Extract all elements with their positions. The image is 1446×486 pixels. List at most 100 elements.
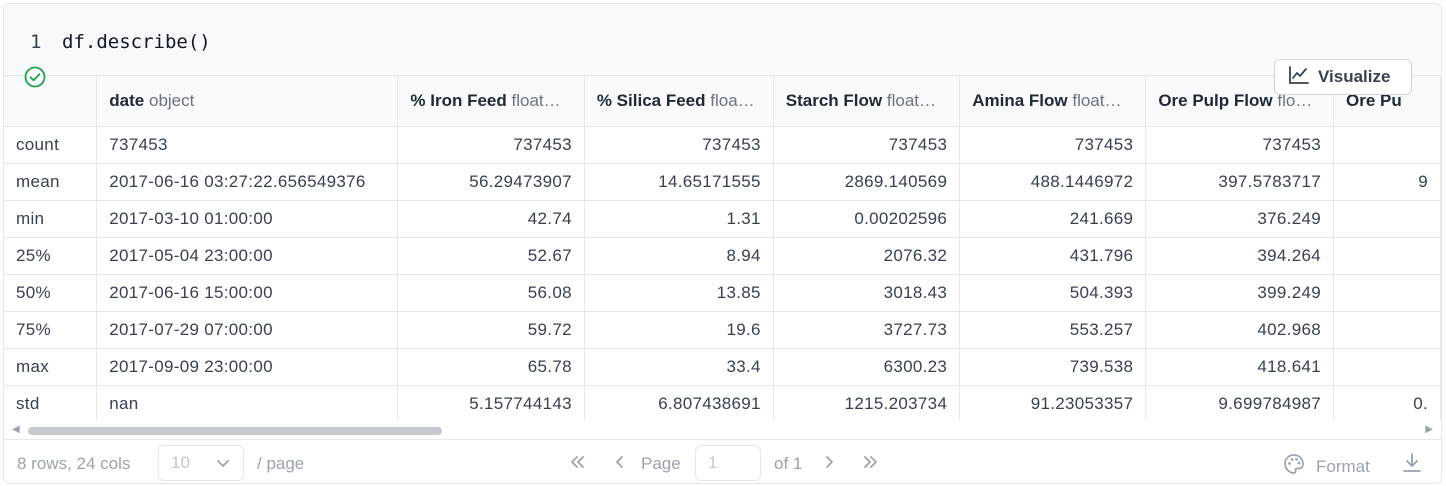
line-number: 1 [30, 31, 42, 53]
table-cell: 418.641 [1145, 348, 1334, 386]
table-cell: 2017-05-04 23:00:00 [96, 237, 399, 275]
visualize-button[interactable]: Visualize [1274, 59, 1412, 95]
row-index-label: 50% [4, 274, 98, 312]
table-cell: 33.4 [584, 348, 774, 386]
page-size-value: 10 [171, 453, 190, 472]
table-cell [1333, 348, 1441, 386]
table-cell: 1215.203734 [773, 385, 961, 420]
horizontal-scrollbar[interactable]: ◀ ▶ [4, 420, 1441, 440]
table-cell: 42.74 [397, 200, 585, 238]
table-cell: 5.157744143 [397, 385, 585, 420]
first-page-icon[interactable] [567, 452, 587, 477]
row-index-label: 75% [4, 311, 98, 349]
table-cell: 397.5783717 [1145, 163, 1334, 201]
table-cell: 52.67 [397, 237, 585, 275]
table-cell: 241.669 [959, 200, 1147, 238]
table-cell: 14.65171555 [584, 163, 774, 201]
code-editor[interactable]: 1 df.describe() [4, 4, 1441, 76]
table-cell: 56.29473907 [397, 163, 585, 201]
row-index-label: mean [4, 163, 98, 201]
table-cell: 91.23053357 [959, 385, 1147, 420]
table-cell: 504.393 [959, 274, 1147, 312]
table-cell: 431.796 [959, 237, 1147, 275]
row-index-label: max [4, 348, 98, 386]
table-cell [1333, 237, 1441, 275]
table-cell: 1.31 [584, 200, 774, 238]
header-row: date object % Iron Feed float… % Silica … [4, 76, 1441, 127]
palette-icon [1282, 452, 1306, 481]
format-button[interactable]: Format [1282, 452, 1370, 481]
table-row: min 2017-03-10 01:00:00 42.74 1.31 0.0020259… [4, 200, 1441, 238]
column-header-iron-feed[interactable]: % Iron Feed float… [397, 76, 585, 127]
table-cell: 737453 [96, 126, 399, 164]
per-page-label: / page [257, 454, 305, 473]
table-row: 50% 2017-06-16 15:00:00 56.08 13.85 3018.43 5… [4, 274, 1441, 312]
scroll-right-icon[interactable]: ▶ [1425, 424, 1433, 435]
success-check-icon [24, 66, 46, 88]
chevron-down-icon [215, 455, 231, 476]
table-cell: 2017-06-16 15:00:00 [96, 274, 399, 312]
table-cell: 9.699784987 [1145, 385, 1334, 420]
table-cell: 399.249 [1145, 274, 1334, 312]
scrollbar-thumb[interactable] [28, 427, 442, 435]
table-cell: 737453 [584, 126, 774, 164]
table-cell: 737453 [1145, 126, 1334, 164]
table-cell: 59.72 [397, 311, 585, 349]
notebook-cell: 1 df.describe() Visualize date object % … [3, 3, 1442, 484]
index-header [4, 76, 98, 127]
table-cell: 488.1446972 [959, 163, 1147, 201]
table-cell: 65.78 [397, 348, 585, 386]
table-cell: 2017-03-10 01:00:00 [96, 200, 399, 238]
describe-table: date object % Iron Feed float… % Silica … [4, 76, 1441, 420]
table-cell: 6300.23 [773, 348, 961, 386]
column-header-silica-feed[interactable]: % Silica Feed floa… [584, 76, 774, 127]
table-cell: 2869.140569 [773, 163, 961, 201]
page-count-label: of 1 [774, 454, 803, 473]
table-row: std nan 5.157744143 6.807438691 1215.203734 9… [4, 385, 1441, 420]
table-row: 25% 2017-05-04 23:00:00 52.67 8.94 2076.32 43… [4, 237, 1441, 275]
row-index-label: std [4, 385, 98, 420]
code-source[interactable]: df.describe() [62, 31, 211, 53]
table-cell: 394.264 [1145, 237, 1334, 275]
table-row: max 2017-09-09 23:00:00 65.78 33.4 6300.23 73… [4, 348, 1441, 386]
row-index-label: min [4, 200, 98, 238]
column-header-date[interactable]: date object [96, 76, 399, 127]
column-header-starch-flow[interactable]: Starch Flow float… [773, 76, 961, 127]
visualize-label: Visualize [1318, 67, 1391, 86]
scroll-left-icon[interactable]: ◀ [12, 424, 20, 435]
table-cell: 402.968 [1145, 311, 1334, 349]
table-cell: 56.08 [397, 274, 585, 312]
table-cell: nan [96, 385, 399, 420]
table-cell: 2076.32 [773, 237, 961, 275]
table-cell: 3018.43 [773, 274, 961, 312]
column-header-amina-flow[interactable]: Amina Flow float… [959, 76, 1147, 127]
format-label: Format [1316, 456, 1370, 476]
table-cell: 19.6 [584, 311, 774, 349]
line-chart-icon [1288, 65, 1310, 90]
page-size-select[interactable]: 10 [158, 445, 244, 481]
table-footer: 8 rows, 24 cols 10 / page Page 1 of 1 Fo… [4, 440, 1441, 483]
download-icon[interactable] [1400, 451, 1424, 480]
table-cell: 3727.73 [773, 311, 961, 349]
table-cell: 376.249 [1145, 200, 1334, 238]
page-label: Page [641, 454, 681, 473]
table-cell: 9 [1333, 163, 1441, 201]
table-cell: 2017-07-29 07:00:00 [96, 311, 399, 349]
last-page-icon[interactable] [861, 452, 881, 477]
previous-page-icon[interactable] [610, 452, 630, 477]
table-cell: 737453 [397, 126, 585, 164]
table-cell: 13.85 [584, 274, 774, 312]
table-cell [1333, 126, 1441, 164]
dataframe-output: date object % Iron Feed float… % Silica … [4, 75, 1441, 420]
page-number-input[interactable]: 1 [695, 445, 761, 481]
table-cell: 553.257 [959, 311, 1147, 349]
row-index-label: count [4, 126, 98, 164]
table-cell: 0.00202596 [773, 200, 961, 238]
table-cell: 6.807438691 [584, 385, 774, 420]
table-cell [1333, 274, 1441, 312]
table-row: count 737453 737453 737453 737453 737453 73745… [4, 126, 1441, 164]
table-cell: 2017-09-09 23:00:00 [96, 348, 399, 386]
table-cell: 0. [1333, 385, 1441, 420]
next-page-icon[interactable] [819, 452, 839, 477]
table-cell: 737453 [773, 126, 961, 164]
